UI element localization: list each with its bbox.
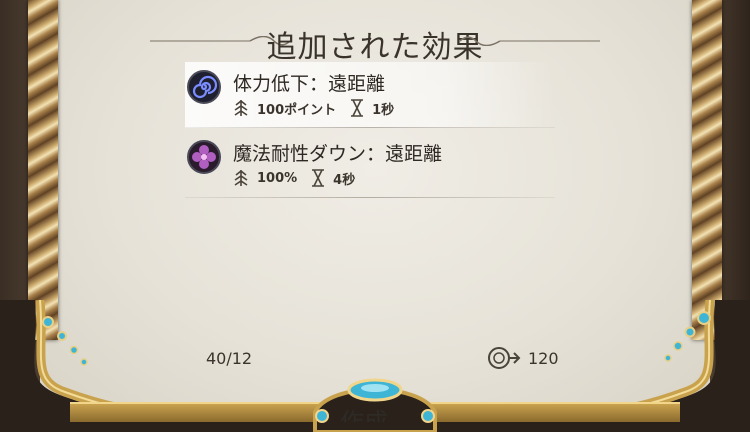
effect-duration: 4秒 (333, 172, 356, 188)
spiral-debuff-icon (187, 70, 221, 104)
effect-amount: 100% (257, 170, 298, 186)
effect-duration: 1秒 (372, 102, 395, 118)
effect-meta: 100% 4秒 (233, 167, 369, 189)
create-button[interactable]: 作成 (340, 402, 410, 422)
cost-arrow-icon (488, 347, 521, 369)
item-count: 40/12 (206, 349, 253, 368)
cost-display: 120 (488, 344, 559, 372)
effect-row[interactable]: 体力低下：遠距離 100ポイント 1秒 (185, 62, 555, 128)
power-icon (234, 169, 248, 186)
effect-name: 体力低下：遠距離 (233, 73, 386, 95)
hourglass-icon (351, 99, 364, 117)
title-block: 追加された効果 (150, 20, 600, 65)
effect-meta: 100ポイント 1秒 (233, 97, 408, 119)
frame-rope-left (28, 0, 58, 340)
power-icon (234, 99, 248, 116)
hourglass-icon (312, 169, 325, 187)
effect-separator (185, 197, 555, 198)
frame-rope-right (692, 0, 722, 340)
cost-value: 120 (528, 348, 559, 368)
effect-amount: 100ポイント (257, 102, 337, 118)
effect-name: 魔法耐性ダウン：遠距離 (233, 143, 443, 165)
flower-debuff-icon (187, 140, 221, 174)
effect-separator (185, 127, 555, 128)
effect-row[interactable]: 魔法耐性ダウン：遠距離 100% 4秒 (185, 132, 555, 198)
title-ornament-right (460, 36, 600, 46)
